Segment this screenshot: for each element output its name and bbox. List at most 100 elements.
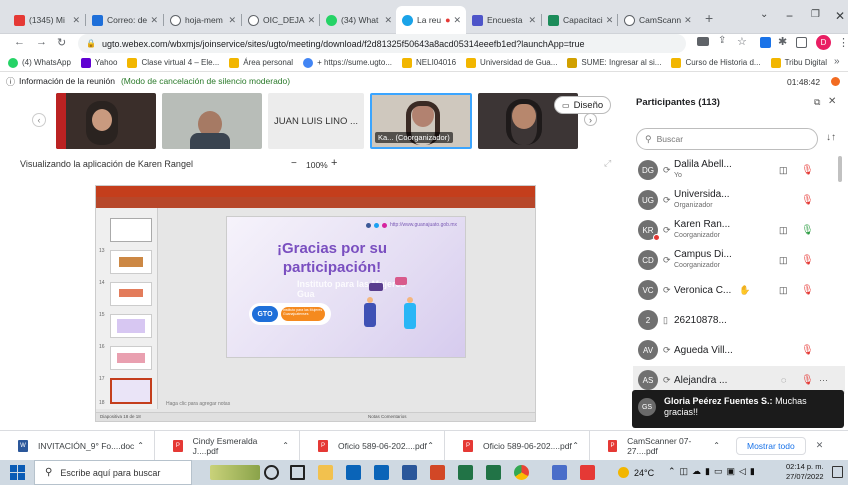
mic-muted-icon[interactable]: 🎙 [801, 255, 814, 266]
close-window-button[interactable]: ✕ [835, 9, 845, 23]
video-tile[interactable] [162, 93, 262, 149]
video-tile[interactable] [56, 93, 156, 149]
close-icon[interactable]: ✕ [69, 15, 80, 26]
close-icon[interactable]: ✕ [225, 15, 236, 26]
windows-start-button[interactable] [10, 465, 25, 480]
participant-row[interactable]: UG ⟳ Universida... Organizador 🎙 [633, 186, 845, 214]
weather-icon[interactable] [618, 467, 629, 478]
close-downloads-bar-button[interactable]: ✕ [816, 440, 824, 451]
mail-icon[interactable] [374, 465, 389, 480]
excel-icon[interactable] [458, 465, 473, 480]
bookmark-item[interactable]: SUME: Ingresar al si... [567, 57, 661, 68]
tab-webex-active[interactable]: La reu ● ✕ [396, 6, 466, 34]
meeting-info-title[interactable]: Información de la reunión [19, 76, 115, 86]
close-icon[interactable]: ✕ [381, 15, 392, 26]
more-options-icon[interactable]: ⋯ [819, 375, 828, 386]
download-item[interactable]: P Oficio 589-06-202....pdf ⌃ [300, 431, 445, 460]
sidepanel-icon[interactable] [796, 37, 807, 48]
extension-icon[interactable] [760, 37, 771, 48]
system-tray-icons[interactable]: ⌃◫☁▮▭▣◁▮ [668, 466, 759, 477]
more-bookmarks-icon[interactable]: » [834, 56, 840, 67]
close-icon[interactable]: ✕ [603, 15, 614, 26]
chevron-up-icon[interactable]: ⌃ [137, 441, 144, 450]
back-button[interactable]: ← [14, 36, 25, 48]
mic-muted-icon[interactable]: 🎙 [801, 345, 814, 356]
close-icon[interactable]: ✕ [525, 15, 536, 26]
reload-button[interactable]: ↻ [57, 36, 66, 49]
mic-muted-icon[interactable]: 🎙 [801, 195, 814, 206]
tab-encuesta[interactable]: Encuesta ✕ [466, 6, 542, 34]
new-tab-button[interactable]: + [705, 10, 713, 26]
teams-icon[interactable] [552, 465, 567, 480]
tab-oic[interactable]: OIC_DEJA ✕ [242, 6, 320, 34]
bookmark-item[interactable]: (4) WhatsApp [8, 57, 71, 68]
slide-thumbnail[interactable] [110, 314, 152, 338]
search-highlight-image[interactable] [210, 465, 260, 480]
clock[interactable]: 02:14 p. m. 27/07/2022 [786, 462, 824, 482]
video-tile-name-only[interactable]: JUAN LUIS LINO ... [268, 93, 364, 149]
reaction-icon[interactable]: ◌ [781, 375, 786, 385]
tab-hoja[interactable]: hoja-mem ✕ [164, 6, 242, 34]
video-strip-prev-button[interactable]: ‹ [32, 113, 46, 127]
bookmark-item[interactable]: Curso de Historia d... [671, 57, 761, 68]
participant-row[interactable]: AV ⟳ Agueda Vill... 🎙 [633, 336, 845, 364]
camera-icon[interactable] [697, 37, 709, 46]
download-item[interactable]: W INVITACIÓN_9° Fo....doc ⌃ [0, 431, 155, 460]
excel-icon[interactable] [486, 465, 501, 480]
tab-outlook[interactable]: Correo: de ✕ [86, 6, 164, 34]
notification-icon[interactable] [832, 466, 843, 478]
bookmark-item[interactable]: Área personal [229, 57, 293, 68]
tab-whatsapp[interactable]: (34) What ✕ [320, 6, 398, 34]
participant-row[interactable]: DG ⟳ Dalila Abell... Yo ◫ 🎙 [633, 156, 845, 184]
address-bar[interactable]: 🔒 ugto.webex.com/wbxmjs/joinservice/site… [78, 34, 686, 53]
pop-out-icon[interactable]: ⤢ [604, 158, 611, 169]
star-icon[interactable]: ☆ [737, 35, 747, 48]
popout-icon[interactable]: ⧉ [814, 97, 820, 108]
chevron-up-icon[interactable]: ⌃ [572, 441, 579, 450]
slide-canvas[interactable]: http://www.guanajuato.gob.mx ¡Gracias po… [226, 216, 466, 358]
slide-thumbnail[interactable] [110, 282, 152, 306]
layout-button[interactable]: ▭ Diseño [554, 96, 612, 114]
close-icon[interactable]: ✕ [147, 15, 158, 26]
participant-row[interactable]: VC ⟳ Veronica C... ✋ ◫ 🎙 [633, 276, 845, 304]
show-all-downloads-button[interactable]: Mostrar todo [736, 436, 806, 455]
forward-button[interactable]: → [36, 36, 47, 48]
cortana-icon[interactable] [264, 465, 279, 480]
slide-thumbnail[interactable] [110, 346, 152, 370]
info-icon[interactable]: ⓘ [6, 75, 15, 88]
bookmark-item[interactable]: Universidad de Gua... [466, 57, 557, 68]
minimize-button[interactable]: − [786, 9, 793, 23]
bookmark-item[interactable]: Yahoo [80, 57, 117, 68]
word-icon[interactable] [402, 465, 417, 480]
shared-screen[interactable]: 13 14 15 16 17 18 http://www.guanajuato.… [95, 185, 536, 422]
participant-row[interactable]: 2 ▯ 26210878... [633, 306, 845, 334]
taskbar-search-input[interactable]: ⚲ Escribe aquí para buscar [34, 460, 192, 485]
mic-muted-icon[interactable]: 🎙 [801, 285, 814, 296]
video-strip-next-button[interactable]: › [584, 113, 597, 126]
store-icon[interactable] [346, 465, 361, 480]
bookmark-item[interactable]: Tribu Digital [770, 57, 827, 68]
download-item[interactable]: P Cindy Esmeralda J....pdf ⌃ [155, 431, 300, 460]
chrome-icon[interactable] [514, 465, 529, 480]
puzzle-icon[interactable]: ✱ [778, 35, 787, 48]
zoom-in-button[interactable]: + [331, 157, 337, 169]
restore-button[interactable]: ❐ [811, 9, 820, 20]
slide-thumbnail[interactable] [110, 250, 152, 274]
weather-temperature[interactable]: 24°C [634, 468, 654, 478]
close-icon[interactable]: ✕ [451, 15, 462, 26]
profile-avatar[interactable]: D [816, 35, 831, 50]
task-view-icon[interactable] [290, 465, 305, 480]
tab-search-chevron-icon[interactable]: ⌄ [760, 9, 768, 20]
tab-camscanner[interactable]: CamScann ✕ [618, 6, 696, 34]
zoom-out-button[interactable]: − [291, 158, 297, 169]
chevron-up-icon[interactable]: ⌃ [713, 441, 720, 450]
tab-capacitacion[interactable]: Capacitaci ✕ [542, 6, 618, 34]
menu-icon[interactable]: ⋮ [838, 36, 848, 49]
chat-notification[interactable]: GS Gloria Peérez Fuentes S.: Muchas grac… [632, 390, 844, 428]
participant-row[interactable]: KR ⟳ Karen Ran... Coorganizador ◫ 🎙 [633, 216, 845, 244]
tab-youtube[interactable]: (1345) Mi ✕ [8, 6, 86, 34]
share-icon[interactable]: ⇪ [718, 35, 726, 46]
participant-row[interactable]: CD ⟳ Campus Di... Coorganizador ◫ 🎙 [633, 246, 845, 274]
video-tile-active-speaker[interactable]: Ka... (Coorganizador) [370, 93, 472, 149]
powerpoint-icon[interactable] [430, 465, 445, 480]
